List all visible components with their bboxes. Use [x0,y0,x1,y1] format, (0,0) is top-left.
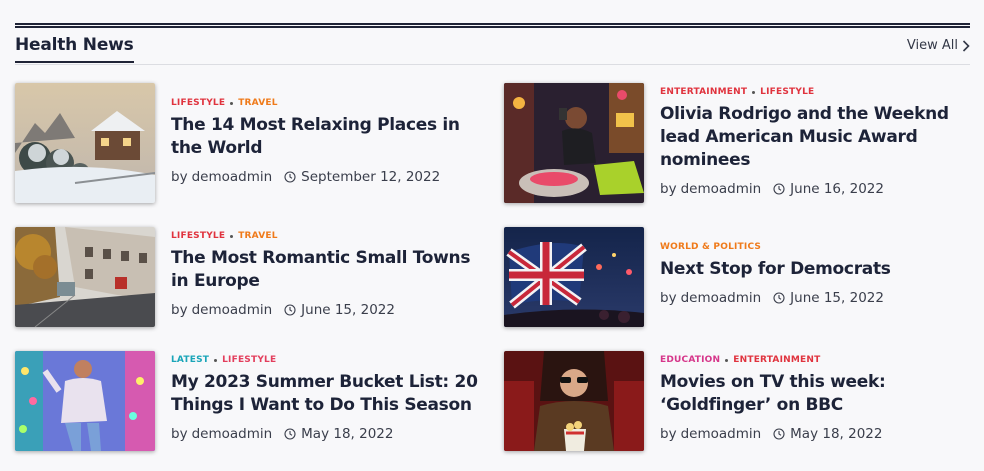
post-info: LIFESTYLE TRAVEL The Most Romantic Small… [171,230,485,318]
clock-icon [773,292,785,304]
byline-prefix: by [660,181,677,197]
category-separator [230,234,234,238]
post-thumbnail[interactable] [15,83,155,203]
byline-prefix: by [171,426,188,442]
category-link[interactable]: WORLD & POLITICS [660,242,761,252]
post-meta: by demoadmin May 18, 2022 [660,426,960,442]
post-title[interactable]: My 2023 Summer Bucket List: 20 Things I … [171,371,485,417]
category-link[interactable]: LIFESTYLE [760,87,814,97]
post-meta: by demoadmin September 12, 2022 [171,169,485,185]
byline-prefix: by [660,290,677,306]
category-link[interactable]: TRAVEL [238,98,277,108]
post-thumbnail[interactable] [15,351,155,451]
post-categories: EDUCATION ENTERTAINMENT [660,354,960,366]
category-link[interactable]: ENTERTAINMENT [660,87,747,97]
byline-prefix: by [171,169,188,185]
clock-icon [284,304,296,316]
section-title: Health News [15,35,134,63]
post-author[interactable]: demoadmin [192,426,273,442]
post-title[interactable]: The Most Romantic Small Towns in Europe [171,247,485,293]
post-date: June 15, 2022 [790,290,884,306]
post-title[interactable]: Olivia Rodrigo and the Weeknd lead Ameri… [660,103,960,172]
post-info: LATEST LIFESTYLE My 2023 Summer Bucket L… [171,354,485,442]
post-author[interactable]: demoadmin [192,302,273,318]
post-categories: ENTERTAINMENT LIFESTYLE [660,86,960,98]
post-date: June 15, 2022 [301,302,395,318]
post-meta: by demoadmin June 15, 2022 [171,302,485,318]
clock-icon [773,428,785,440]
post-categories: LIFESTYLE TRAVEL [171,97,485,109]
clock-icon [284,171,296,183]
post-card: ENTERTAINMENT LIFESTYLE Olivia Rodrigo a… [504,83,970,203]
category-link[interactable]: LATEST [171,355,209,365]
post-meta: by demoadmin May 18, 2022 [171,426,485,442]
post-author[interactable]: demoadmin [681,290,762,306]
post-title[interactable]: Movies on TV this week: ‘Goldfinger’ on … [660,371,960,417]
category-link[interactable]: LIFESTYLE [171,231,225,241]
post-info: ENTERTAINMENT LIFESTYLE Olivia Rodrigo a… [660,86,960,197]
view-all-link[interactable]: View All [907,38,970,53]
clock-icon [284,428,296,440]
byline-prefix: by [171,302,188,318]
post-info: WORLD & POLITICS Next Stop for Democrats… [660,241,960,306]
post-title[interactable]: Next Stop for Democrats [660,258,960,281]
category-link[interactable]: ENTERTAINMENT [733,355,820,365]
post-meta: by demoadmin June 16, 2022 [660,181,960,197]
post-card: EDUCATION ENTERTAINMENT Movies on TV thi… [504,351,970,451]
category-separator [752,90,756,94]
post-meta: by demoadmin June 15, 2022 [660,290,960,306]
post-card: LIFESTYLE TRAVEL The Most Romantic Small… [15,227,485,327]
post-date: May 18, 2022 [790,426,883,442]
category-separator [230,101,234,105]
view-all-label: View All [906,38,958,53]
category-link[interactable]: EDUCATION [660,355,720,365]
post-title[interactable]: The 14 Most Relaxing Places in the World [171,114,485,160]
post-info: EDUCATION ENTERTAINMENT Movies on TV thi… [660,354,960,442]
section-header: Health News View All [15,34,970,65]
post-author[interactable]: demoadmin [681,426,762,442]
clock-icon [773,183,785,195]
category-separator [725,358,729,362]
post-date: May 18, 2022 [301,426,394,442]
post-author[interactable]: demoadmin [192,169,273,185]
section-top-rule [15,23,970,28]
post-categories: LIFESTYLE TRAVEL [171,230,485,242]
category-link[interactable]: TRAVEL [238,231,277,241]
chevron-right-icon [962,39,970,52]
post-date: June 16, 2022 [790,181,884,197]
byline-prefix: by [660,426,677,442]
post-thumbnail[interactable] [504,351,644,451]
post-date: September 12, 2022 [301,169,441,185]
category-link[interactable]: LIFESTYLE [171,98,225,108]
post-info: LIFESTYLE TRAVEL The 14 Most Relaxing Pl… [171,97,485,185]
post-categories: LATEST LIFESTYLE [171,354,485,366]
post-thumbnail[interactable] [504,227,644,327]
category-separator [214,358,218,362]
post-card: WORLD & POLITICS Next Stop for Democrats… [504,227,970,327]
post-thumbnail[interactable] [15,227,155,327]
post-author[interactable]: demoadmin [681,181,762,197]
post-thumbnail[interactable] [504,83,644,203]
post-categories: WORLD & POLITICS [660,241,960,253]
category-link[interactable]: LIFESTYLE [222,355,276,365]
post-card: LATEST LIFESTYLE My 2023 Summer Bucket L… [15,351,485,451]
post-card: LIFESTYLE TRAVEL The 14 Most Relaxing Pl… [15,83,485,203]
